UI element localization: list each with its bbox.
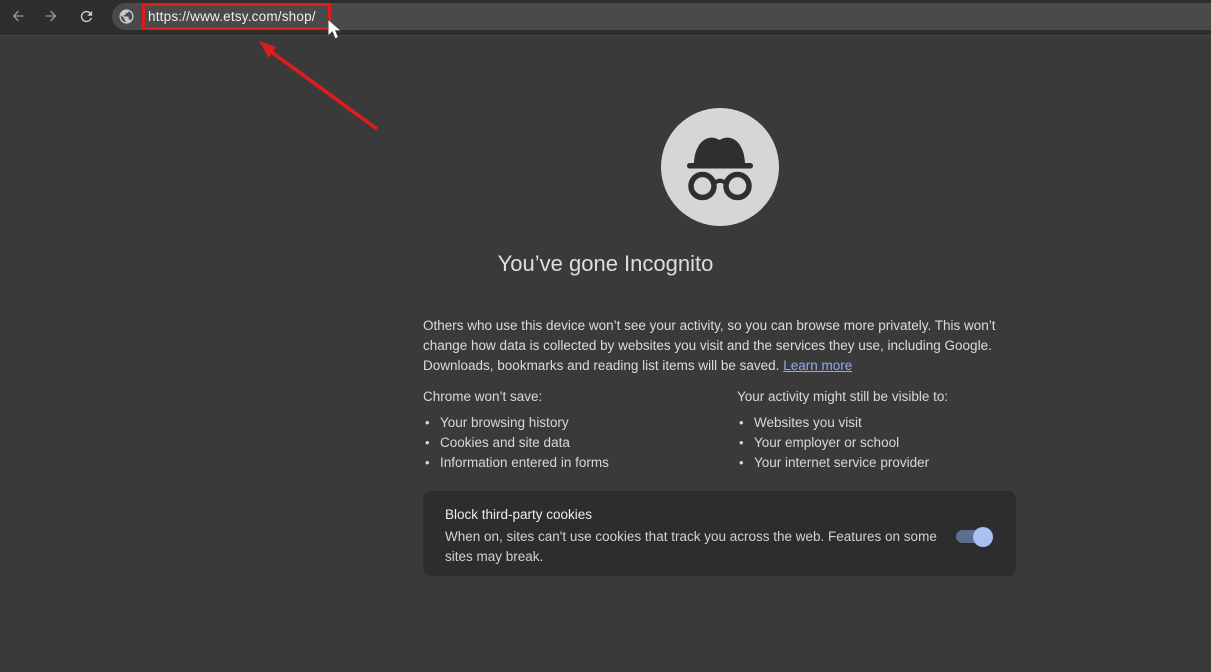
bullet-icon: •: [739, 433, 744, 453]
intro-text: Others who use this device won’t see you…: [423, 318, 996, 373]
wont-save-list: •Your browsing history •Cookies and site…: [423, 413, 609, 473]
wont-save-column: Chrome won’t save: •Your browsing histor…: [423, 389, 609, 473]
wont-save-header: Chrome won’t save:: [423, 389, 609, 404]
list-item: •Cookies and site data: [423, 433, 609, 453]
forward-button[interactable]: [41, 6, 61, 26]
intro-paragraph: Others who use this device won’t see you…: [423, 316, 1015, 376]
list-item: •Your internet service provider: [737, 453, 948, 473]
learn-more-link[interactable]: Learn more: [783, 358, 852, 373]
bullet-icon: •: [425, 433, 430, 453]
globe-icon[interactable]: [118, 8, 135, 25]
incognito-badge: [661, 108, 779, 226]
list-item: •Websites you visit: [737, 413, 948, 433]
address-bar[interactable]: https://www.etsy.com/shop/: [112, 3, 1211, 30]
arrow-forward-icon: [43, 8, 59, 24]
browser-toolbar: https://www.etsy.com/shop/: [0, 0, 1211, 36]
arrow-back-icon: [10, 8, 26, 24]
list-item: •Your employer or school: [737, 433, 948, 453]
page-title: You’ve gone Incognito: [0, 251, 1211, 277]
still-visible-header: Your activity might still be visible to:: [737, 389, 948, 404]
address-bar-url: https://www.etsy.com/shop/: [148, 3, 316, 30]
bullet-icon: •: [739, 413, 744, 433]
list-item: •Information entered in forms: [423, 453, 609, 473]
bullet-icon: •: [425, 413, 430, 433]
block-cookies-title: Block third-party cookies: [445, 507, 996, 522]
back-button[interactable]: [8, 6, 28, 26]
reload-button[interactable]: [76, 6, 96, 26]
toggle-thumb: [973, 527, 993, 547]
reload-icon: [78, 8, 95, 25]
bullet-icon: •: [425, 453, 430, 473]
incognito-new-tab-screen: https://www.etsy.com/shop/ You’ve gone I…: [0, 0, 1211, 672]
still-visible-list: •Websites you visit •Your employer or sc…: [737, 413, 948, 473]
incognito-icon: [661, 213, 779, 230]
block-cookies-description: When on, sites can't use cookies that tr…: [445, 527, 953, 567]
block-cookies-card: Block third-party cookies When on, sites…: [423, 491, 1016, 576]
still-visible-column: Your activity might still be visible to:…: [737, 389, 948, 473]
list-item: •Your browsing history: [423, 413, 609, 433]
bullet-icon: •: [739, 453, 744, 473]
block-cookies-toggle[interactable]: [956, 530, 990, 543]
